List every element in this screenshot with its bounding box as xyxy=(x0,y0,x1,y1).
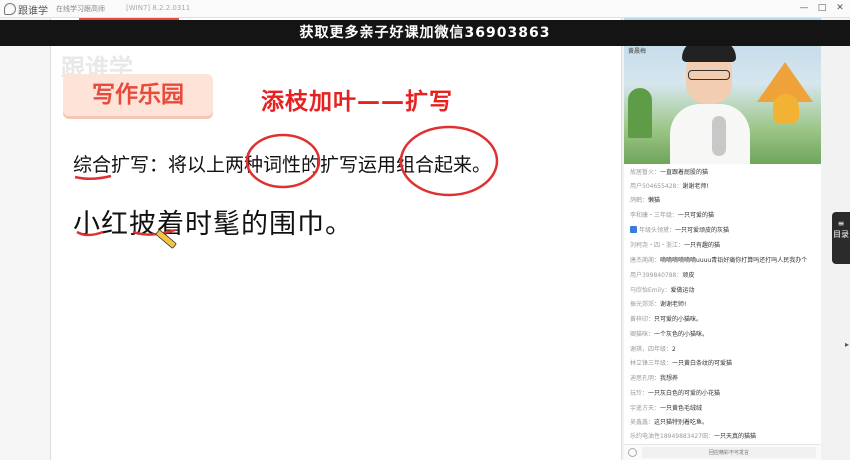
mascot-figure xyxy=(773,94,799,124)
app-subtitle: 在线学习跟高师 xyxy=(56,5,105,13)
catalog-label: 目录 xyxy=(833,230,849,239)
chat-message: 宇遥方天：一只黄色毛绒绒 xyxy=(630,405,703,412)
chat-message: 迪思孔明：我想养 xyxy=(630,375,679,382)
teacher-body xyxy=(670,104,750,164)
example-sentence: 小红披着时髦的围巾。 xyxy=(73,209,353,240)
section-label: 写作乐园 xyxy=(63,74,213,116)
minimize-button[interactable]: — xyxy=(798,1,810,15)
video-name-tag: 黄晨梅 xyxy=(628,48,647,55)
window-controls: — □ ✕ xyxy=(798,1,846,15)
chat-message: 马欣怡Emily：爱做运动 xyxy=(630,287,695,294)
promo-banner: 获取更多亲子好课加微信36903863 xyxy=(0,20,850,46)
chat-message: 鸽鹤：懒猫 xyxy=(630,197,661,204)
catalog-tab[interactable]: ≡ 目录 xyxy=(832,212,850,264)
app-brand: 跟谁学 xyxy=(18,5,48,17)
chat-message: 故居暂火：一直跟着屁股的猫 xyxy=(630,169,709,176)
lesson-slide: 跟谁学 写作乐园 添枝加叶——扩写 综合扩写：将以上两种词性的扩写运用组合起来。… xyxy=(50,18,622,460)
section-label-text: 写作乐园 xyxy=(92,82,184,108)
close-button[interactable]: ✕ xyxy=(834,1,846,15)
app-logo: 跟谁学 xyxy=(4,2,48,17)
app-version: [WIN7] 8.2.2.0311 xyxy=(126,4,191,12)
emoji-icon[interactable] xyxy=(628,448,637,457)
chat-message: 李和康・三年级：一只可爱的猫 xyxy=(630,212,715,219)
chat-message: 用户504655428：谢谢老师! xyxy=(630,183,709,190)
chat-message: 刘柯尧・四・浙江：一只有趣的猫 xyxy=(630,242,721,249)
logo-icon xyxy=(4,3,16,15)
chat-message: 谢琪，四年级：2 xyxy=(630,346,676,353)
chat-message: 黄梓印：只可爱的小猫咪。 xyxy=(630,316,703,323)
chat-message: 唐杰蔺蔺：嘀嘀嘀嘀嘀嘀uuuu青铅好痛你打算吗还打吗人民我办个 xyxy=(630,257,808,264)
chat-message: 乐约电油性18949883427田：一只天真的猫猫 xyxy=(630,433,757,440)
chat-message: 振光郊郊：谢谢老师! xyxy=(630,301,687,308)
chevron-right-icon[interactable]: ▸ xyxy=(845,340,849,349)
chat-message: 年级头领黛：一只可爱顽皮的灰猫 xyxy=(630,224,820,238)
slide-heading: 添枝加叶——扩写 xyxy=(261,89,453,115)
chat-message: 玩玲：一只灰白色的可爱的小花猫 xyxy=(630,390,721,397)
chat-input[interactable] xyxy=(642,447,816,458)
chat-input-bar xyxy=(624,444,821,460)
teacher-glasses xyxy=(688,70,730,80)
title-bar: 跟谁学 在线学习跟高师 [WIN7] 8.2.2.0311 — □ ✕ xyxy=(0,0,850,18)
chat-panel[interactable]: 故居暂火：一直跟着屁股的猫 用户504655428：谢谢老师! 鸽鹤：懒猫 李和… xyxy=(624,164,821,444)
chat-message: 用户399840788：顽皮 xyxy=(630,272,695,279)
catalog-icon: ≡ xyxy=(837,219,845,228)
chat-message: 吴鑫鑫：这只猫特别着吃鱼。 xyxy=(630,419,709,426)
chat-message: 卿猫咪：一个灰色的小猫咪。 xyxy=(630,331,709,338)
maximize-button[interactable]: □ xyxy=(816,1,828,15)
level-badge-icon xyxy=(630,226,637,233)
instruction-text: 综合扩写：将以上两种词性的扩写运用组合起来。 xyxy=(73,154,492,176)
microphone xyxy=(712,116,726,156)
plant-decoration xyxy=(628,88,652,138)
chat-message: 林立锋三年级：一只黄白条纹的可爱猫 xyxy=(630,360,733,367)
left-margin xyxy=(0,18,50,460)
